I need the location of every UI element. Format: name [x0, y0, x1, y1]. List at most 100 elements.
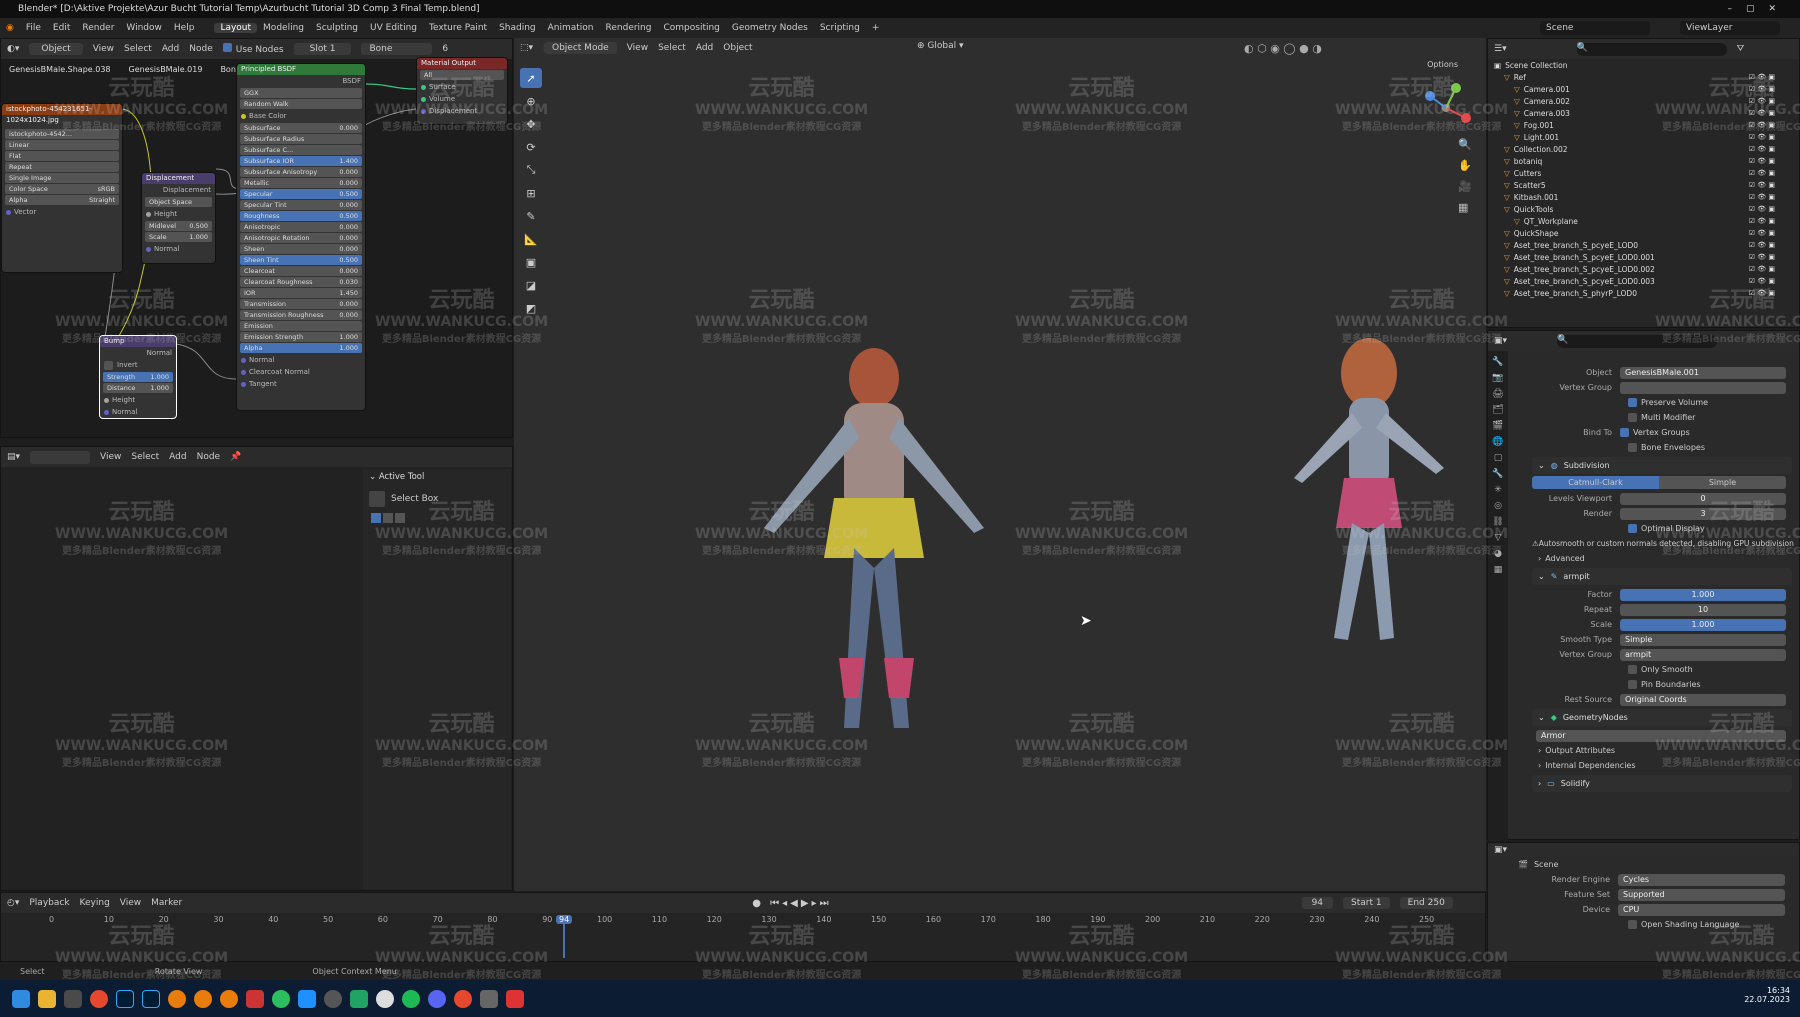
keying-menu[interactable]: Keying [80, 898, 110, 908]
extrude-tool-icon[interactable]: ◪ [520, 275, 542, 295]
add-cube-tool-icon[interactable]: ▣ [520, 252, 542, 272]
bsdf-normal-socket[interactable]: Normal [237, 354, 365, 366]
preserve-volume-checkbox[interactable]: Preserve Volume [1510, 395, 1800, 410]
timeline-ruler[interactable]: 0 10 20 30 40 50 60 70 80 90 100 110 120 130 140 150 160… [1, 915, 1487, 929]
male-character-model[interactable] [714, 328, 1034, 768]
normal-socket[interactable]: Normal [142, 243, 215, 255]
catmull-clark-button[interactable]: Catmull-Clark [1532, 476, 1659, 489]
bsdf-field[interactable]: Transmission 0.000 [240, 299, 362, 309]
end-frame-field[interactable]: End 250 [1399, 897, 1453, 909]
blender-3-icon[interactable] [220, 989, 238, 1008]
bsdf-field[interactable]: Transmission Roughness 0.000 [240, 310, 362, 320]
rotate-tool-icon[interactable]: ⟳ [520, 137, 542, 157]
surface-socket[interactable]: Surface [417, 81, 507, 93]
window-controls[interactable]: –▢✕ [1727, 0, 1790, 18]
photoshop-2-icon[interactable] [142, 989, 160, 1008]
outliner-item[interactable]: ▽ Aset_tree_branch_S_pcyeE_LOD0.002 ☑ 👁 ▣ [1488, 263, 1799, 275]
material-tab-icon[interactable]: ◕ [1494, 549, 1502, 559]
props-type-icon[interactable]: ▣▾ [1494, 336, 1507, 346]
tab-shading[interactable]: Shading [493, 23, 542, 33]
geonodes-modifier-header[interactable]: ⌄ ◆ GeometryNodes [1532, 709, 1792, 726]
shader-node-editor[interactable]: ◐▾ Object View Select Add Node Use Nodes… [0, 38, 513, 438]
chrome-icon[interactable] [90, 989, 108, 1008]
levels-viewport-field[interactable]: 0 [1620, 492, 1786, 505]
viewport-shading-icons[interactable]: ◐ ⬡ ◉ ◯ ● ◑ [1244, 42, 1322, 55]
menu-render[interactable]: Render [76, 23, 120, 33]
visibility-toggle-icon[interactable]: ☑ 👁 ▣ [1749, 85, 1775, 93]
visibility-toggle-icon[interactable]: ☑ 👁 ▣ [1749, 229, 1775, 237]
editor-type-icon-lower[interactable]: ▤▾ [7, 452, 20, 462]
outliner-item[interactable]: ▽ Kitbash.001 ☑ 👁 ▣ [1488, 191, 1799, 203]
bump-normal-output[interactable]: Normal [100, 347, 176, 359]
visibility-toggle-icon[interactable]: ☑ 👁 ▣ [1749, 97, 1775, 105]
bsdf-field[interactable]: Sheen Tint 0.500 [240, 255, 362, 265]
obs-icon[interactable] [324, 989, 342, 1008]
app-red-2-icon[interactable] [506, 989, 524, 1008]
render-props-type-icon[interactable]: ▣▾ [1494, 845, 1507, 855]
bevel-tool-icon[interactable]: ◩ [520, 298, 542, 318]
output-tab-icon[interactable]: 🖨 [1492, 389, 1503, 399]
blender-icon[interactable] [168, 989, 186, 1008]
outliner-item[interactable]: ▽ Aset_tree_branch_S_pcyeE_LOD0 ☑ 👁 ▣ [1488, 239, 1799, 251]
props-search[interactable]: 🔍 [1557, 334, 1718, 348]
tool-tab-icon[interactable]: 🔧 [1492, 357, 1503, 367]
blender-2-icon[interactable] [194, 989, 212, 1008]
scene-selector[interactable]: Scene [1540, 21, 1650, 35]
node-tree-selector[interactable]: Armor [1510, 728, 1800, 743]
displacement-output[interactable]: Displacement [142, 184, 215, 196]
lower-node-editor[interactable]: ▤▾ View Select Add Node 📌 ⌄ Active Tool … [0, 446, 513, 891]
menu-window[interactable]: Window [120, 23, 168, 33]
timeline[interactable]: ◴▾ Playback Keying View Marker ● ⏮◂◀▶▸⏭ … [0, 892, 1486, 962]
lower-menu-add[interactable]: Add [169, 452, 186, 462]
app-green-icon[interactable] [272, 989, 290, 1008]
output-target-dropdown[interactable]: All [420, 70, 504, 80]
bsdf-field[interactable]: Subsurface Anisotropy 0.000 [240, 167, 362, 177]
outliner-item[interactable]: ▽ Ref ☑ 👁 ▣ [1488, 71, 1799, 83]
vp-menu-view[interactable]: View [627, 43, 648, 53]
bsdf-field[interactable]: Anisotropic Rotation 0.000 [240, 233, 362, 243]
bump-normal-socket[interactable]: Normal [100, 406, 176, 418]
navigation-gizmo[interactable] [1416, 78, 1476, 138]
scale-field[interactable]: Scale 1.000 [145, 232, 212, 242]
3d-viewport[interactable]: ⬚▾ ▣▣▣▣ Object Mode View Select Add Obje… [514, 38, 1486, 891]
smooth-vgroup-field[interactable]: armpit [1620, 648, 1786, 661]
color-space-field[interactable]: Color Space sRGB [5, 184, 119, 194]
vp-menu-select[interactable]: Select [658, 43, 686, 53]
outliner-item[interactable]: ▽ botaniq ☑ 👁 ▣ [1488, 155, 1799, 167]
outliner-item[interactable]: ▽ Camera.001 ☑ 👁 ▣ [1488, 83, 1799, 95]
timeline-view-menu[interactable]: View [120, 898, 141, 908]
tangent-socket[interactable]: Tangent [237, 378, 365, 390]
viewlayer-selector[interactable]: ViewLayer [1680, 21, 1780, 35]
cursor-tool-icon[interactable]: ⊕ [520, 91, 542, 111]
camera-view-icon[interactable]: 🎥 [1458, 180, 1472, 193]
visibility-toggle-icon[interactable]: ☑ 👁 ▣ [1749, 145, 1775, 153]
chrome-2-icon[interactable] [454, 989, 472, 1008]
modifier-tab-icon[interactable]: 🔧 [1492, 469, 1503, 479]
move-tool-icon[interactable]: ✥ [520, 114, 542, 134]
bsdf-field[interactable]: Subsurface 0.000 [240, 123, 362, 133]
visibility-toggle-icon[interactable]: ☑ 👁 ▣ [1749, 73, 1775, 81]
visibility-toggle-icon[interactable]: ☑ 👁 ▣ [1749, 109, 1775, 117]
scene-tab-icon[interactable]: 🎬 [1492, 421, 1503, 431]
tab-uv-editing[interactable]: UV Editing [364, 23, 423, 33]
mode-new-icon[interactable] [371, 513, 381, 523]
clearcoat-normal-socket[interactable]: Clearcoat Normal [237, 366, 365, 378]
select-tool-icon[interactable]: ➚ [520, 68, 542, 88]
source-dropdown[interactable]: Single Image [5, 173, 119, 183]
pan-hand-icon[interactable]: ✋ [1458, 159, 1472, 172]
pin-icon[interactable]: 📌 [230, 452, 241, 462]
menu-edit[interactable]: Edit [47, 23, 76, 33]
visibility-toggle-icon[interactable]: ☑ 👁 ▣ [1749, 157, 1775, 165]
bsdf-field[interactable]: Alpha 1.000 [240, 343, 362, 353]
outliner-search[interactable]: 🔍 [1576, 42, 1727, 56]
particles-tab-icon[interactable]: ✳ [1494, 485, 1502, 495]
scale-field[interactable]: 1.000 [1620, 618, 1786, 631]
displacement-node[interactable]: Displacement Displacement Object Space H… [141, 172, 216, 264]
spotify-icon[interactable] [402, 989, 420, 1008]
tab-sculpting[interactable]: Sculpting [310, 23, 364, 33]
bsdf-field[interactable]: Subsurface Radius [240, 134, 362, 144]
tab-layout[interactable]: Layout [214, 23, 258, 33]
simple-button[interactable]: Simple [1659, 476, 1786, 489]
image-datablock[interactable]: istockphoto-4542... [5, 129, 119, 139]
tab-animation[interactable]: Animation [542, 23, 600, 33]
